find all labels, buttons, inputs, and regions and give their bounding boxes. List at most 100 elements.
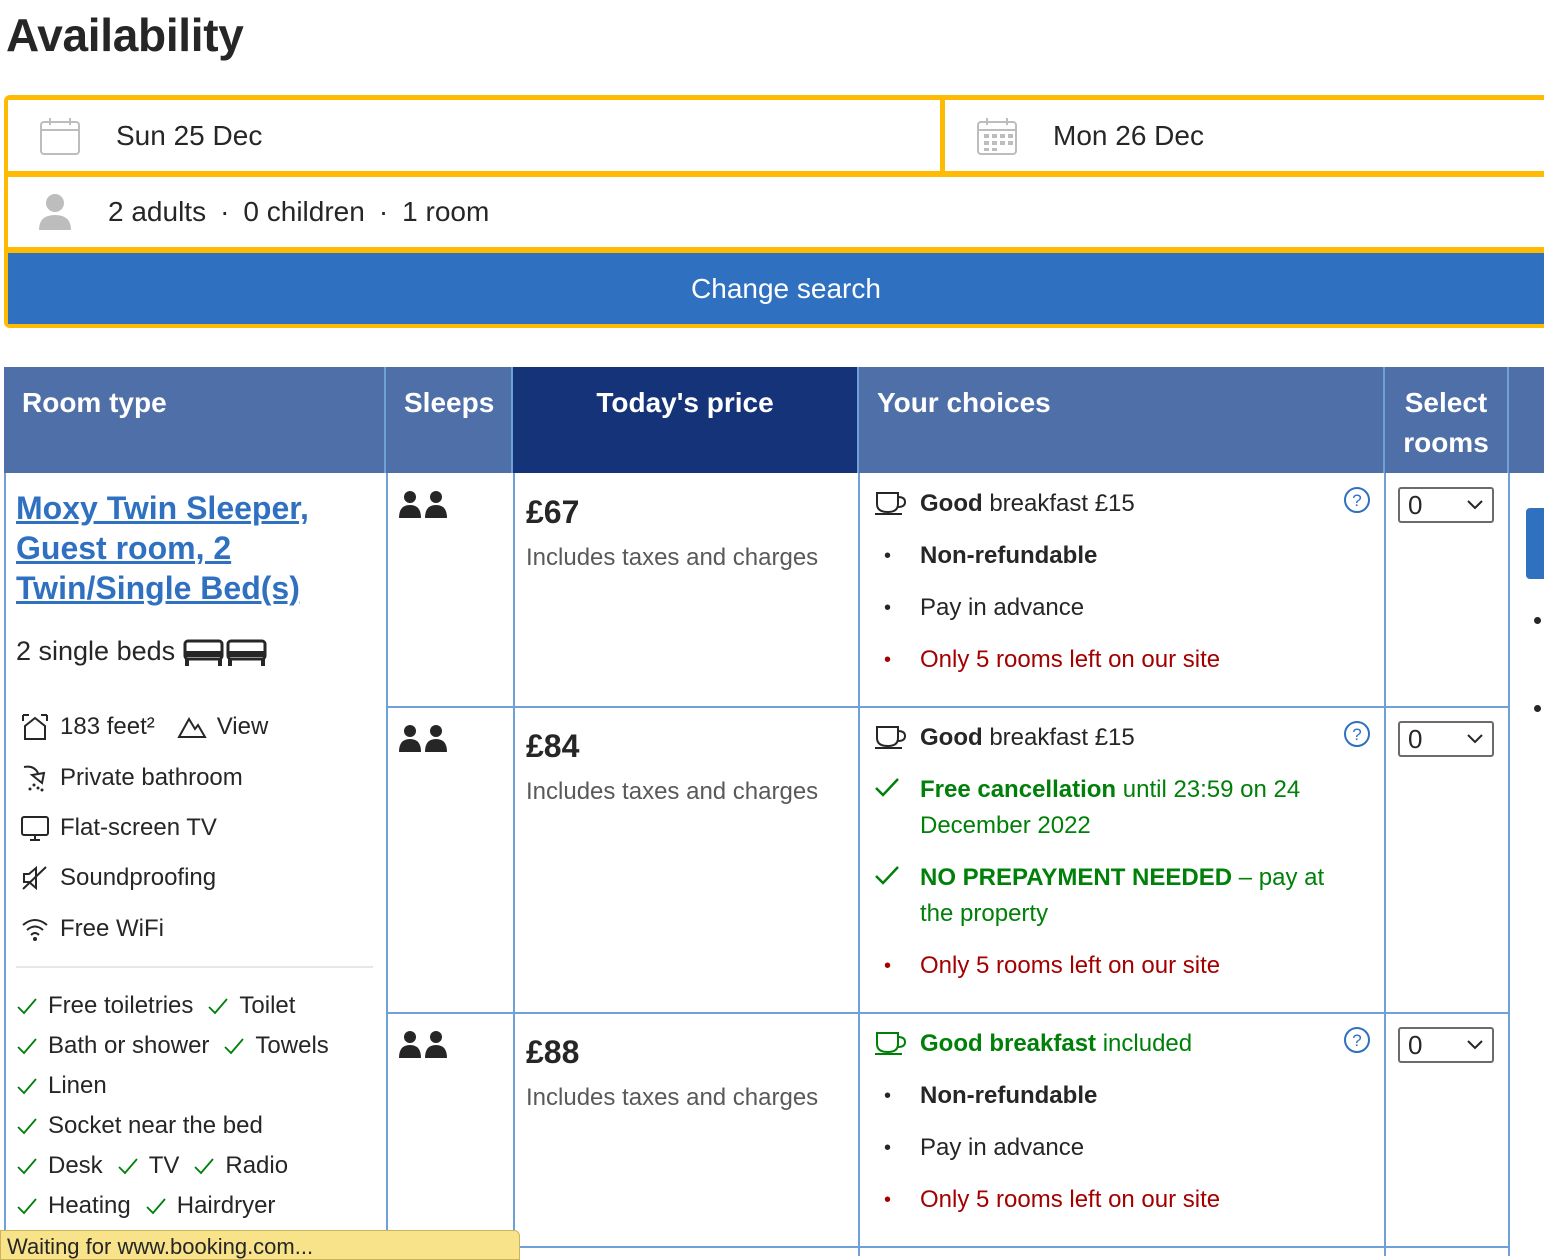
amenity-item: Bath or shower: [16, 1032, 209, 1060]
checkmark-icon: [875, 778, 899, 797]
two-guests-icon: [399, 1031, 447, 1058]
breakfast-rest: included: [1096, 1030, 1193, 1057]
checkmark-icon: [146, 1198, 166, 1215]
separator: ·: [220, 196, 230, 227]
svg-text:?: ?: [1352, 725, 1361, 744]
facility-label: Free WiFi: [60, 915, 164, 942]
header-extra: [1509, 367, 1544, 473]
header-todays-price: Today's price: [513, 367, 859, 473]
chevron-down-icon: [1467, 734, 1483, 744]
svg-text:?: ?: [1352, 1031, 1361, 1050]
amenity-label: Hairdryer: [176, 1192, 276, 1219]
grid-line: [858, 473, 860, 1256]
breakfast-rest: breakfast £15: [982, 490, 1135, 517]
scarcity-item: • Only 5 rooms left on our site: [874, 1182, 1344, 1218]
help-icon[interactable]: ?: [1343, 720, 1371, 748]
amenity-label: Towels: [255, 1032, 329, 1059]
scarcity-item: • Only 5 rooms left on our site: [874, 948, 1344, 984]
checkmark-icon: [17, 1038, 37, 1055]
grid-line: [513, 473, 515, 1256]
prepayment-info: NO PREPAYMENT NEEDED – pay at the proper…: [874, 860, 1344, 932]
policy-text: Pay in advance: [920, 594, 1085, 621]
facility-label: Flat-screen TV: [60, 814, 217, 841]
amenity-row: Socket near the bed: [16, 1112, 277, 1140]
amenity-item: Socket near the bed: [16, 1112, 263, 1140]
select-value: 0: [1408, 1029, 1423, 1060]
grid-line: [386, 1246, 1510, 1248]
guests-field[interactable]: 2 adults · 0 children · 1 room: [8, 177, 1544, 247]
select-value: 0: [1408, 723, 1423, 754]
coffee-cup-icon: [875, 492, 907, 515]
amenity-label: Linen: [48, 1072, 107, 1099]
checkmark-icon: [17, 1118, 37, 1135]
calendar-grid-icon: [977, 117, 1017, 155]
bed-info: 2 single beds: [16, 636, 269, 667]
header-select-rooms: Select rooms: [1385, 367, 1509, 473]
price-note: Includes taxes and charges: [526, 1084, 819, 1111]
scarcity-text: Only 5 rooms left on our site: [920, 1186, 1221, 1213]
scarcity-item: • Only 5 rooms left on our site: [874, 642, 1344, 678]
mountain-view-icon: [177, 717, 207, 738]
amenity-item: Towels: [223, 1032, 329, 1060]
facility-item: Private bathroom: [20, 763, 243, 793]
amenity-item: TV: [117, 1152, 180, 1180]
grid-line: [4, 473, 6, 1256]
checkmark-icon: [194, 1158, 215, 1175]
amenity-label: TV: [148, 1152, 180, 1179]
price-value: £88: [526, 1034, 580, 1070]
amenity-row: Desk TV Radio: [16, 1152, 302, 1180]
view-label: View: [216, 713, 269, 740]
separator: ·: [378, 196, 389, 227]
room-name-link[interactable]: Moxy Twin Sleeper, Guest room, 2 Twin/Si…: [16, 488, 356, 608]
amenity-item: Heating: [16, 1192, 131, 1220]
two-guests-icon: [399, 725, 447, 752]
facility-label: Soundproofing: [60, 864, 217, 891]
checkmark-icon: [17, 1078, 37, 1095]
select-value: 0: [1408, 489, 1423, 520]
two-guests-icon: [399, 491, 447, 518]
help-icon[interactable]: ?: [1343, 486, 1371, 514]
policy-item: • Non-refundable: [874, 1078, 1344, 1114]
help-icon[interactable]: ?: [1343, 1026, 1371, 1054]
checkmark-icon: [17, 998, 37, 1015]
reserve-button[interactable]: [1526, 508, 1544, 579]
cancellation-info: Free cancellation until 23:59 on 24 Dece…: [874, 772, 1344, 844]
change-search-button[interactable]: Change search: [8, 253, 1544, 324]
amenity-item: Radio: [193, 1152, 288, 1180]
page-title: Availability: [6, 9, 244, 61]
policy-text: Non-refundable: [920, 1082, 1098, 1109]
checkmark-icon: [118, 1158, 138, 1175]
checkmark-icon: [17, 1158, 37, 1175]
amenity-label: Toilet: [239, 992, 296, 1019]
amenity-item: Free toiletries: [16, 992, 193, 1020]
header-sleeps: Sleeps: [386, 367, 513, 473]
checkmark-icon: [208, 998, 229, 1015]
tv-icon: [21, 816, 49, 841]
header-room-type: Room type: [4, 367, 386, 473]
shower-icon: [23, 765, 46, 792]
facility-item: Free WiFi: [20, 915, 164, 943]
person-icon: [39, 194, 71, 230]
amenity-label: Radio: [225, 1152, 289, 1179]
price-value: £67: [526, 494, 580, 530]
room-quantity-select[interactable]: 0: [1398, 487, 1494, 523]
scarcity-text: Only 5 rooms left on our site: [920, 646, 1221, 673]
grid-line: [1384, 473, 1386, 1256]
checkin-date-field[interactable]: Sun 25 Dec: [8, 100, 940, 171]
amenity-row: Heating Hairdryer: [16, 1192, 289, 1220]
breakfast-info: Good breakfast £15: [874, 720, 1344, 756]
children-count: 0 children: [243, 196, 365, 227]
amenity-item: Desk: [16, 1152, 103, 1180]
policy-item: • Pay in advance: [874, 590, 1344, 626]
checkout-date: Mon 26 Dec: [1053, 119, 1204, 151]
room-quantity-select[interactable]: 0: [1398, 721, 1494, 757]
divider: [16, 966, 373, 968]
room-quantity-select[interactable]: 0: [1398, 1027, 1494, 1063]
soundproofing-icon: [22, 865, 47, 891]
calendar-icon: [40, 117, 80, 155]
amenity-item: Linen: [16, 1072, 107, 1100]
amenity-row: Free toiletries Toilet: [16, 992, 309, 1020]
room-size-label: 183 feet²: [60, 713, 155, 740]
amenity-label: Desk: [48, 1152, 103, 1179]
checkout-date-field[interactable]: Mon 26 Dec: [945, 100, 1544, 171]
